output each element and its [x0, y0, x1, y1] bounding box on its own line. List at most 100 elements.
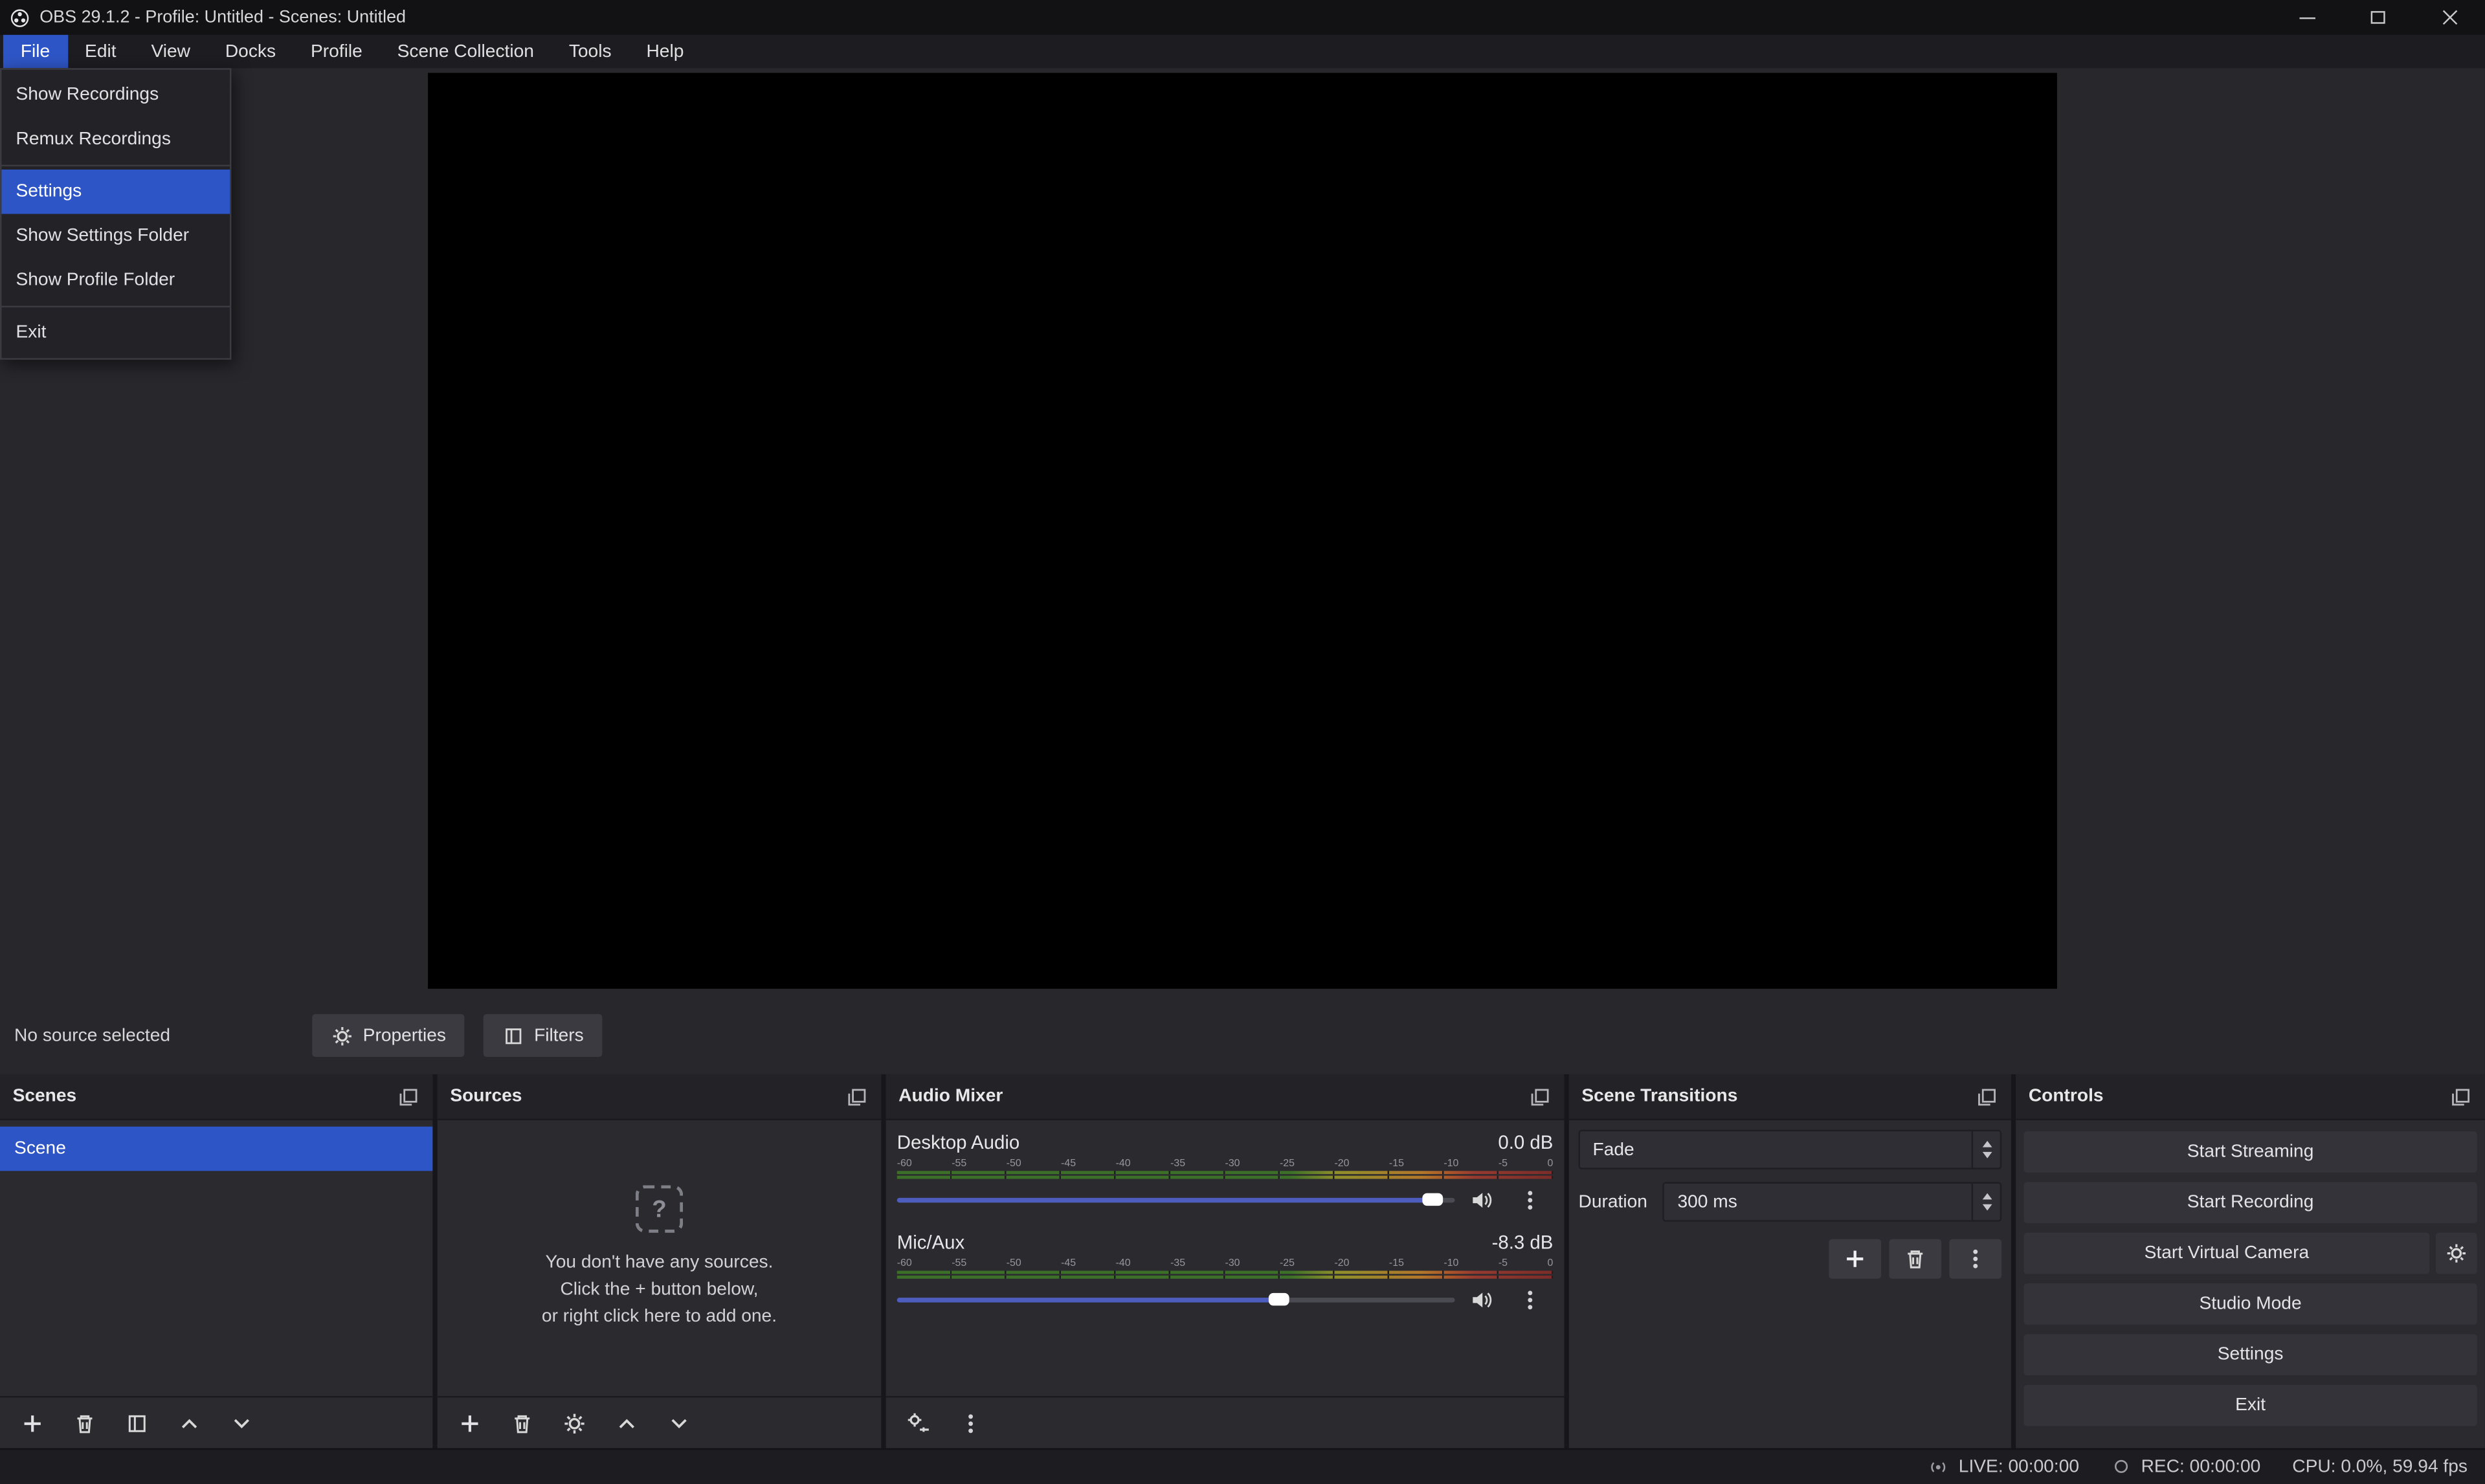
- add-transition-button[interactable]: [1829, 1239, 1881, 1279]
- status-bar: LIVE: 00:00:00 REC: 00:00:00 CPU: 0.0%, …: [0, 1448, 2485, 1484]
- window-title: OBS 29.1.2 - Profile: Untitled - Scenes:…: [39, 8, 406, 27]
- transition-value: Fade: [1593, 1140, 1634, 1159]
- studio-mode-button[interactable]: Studio Mode: [2023, 1283, 2477, 1325]
- volume-slider[interactable]: [897, 1188, 1455, 1210]
- mixer-toolbar: [886, 1396, 1565, 1448]
- menu-help[interactable]: Help: [629, 35, 702, 68]
- filters-label: Filters: [534, 1026, 584, 1045]
- filters-button[interactable]: Filters: [484, 1014, 603, 1057]
- audio-mixer-title: Audio Mixer: [898, 1087, 1003, 1106]
- popout-icon[interactable]: [396, 1085, 420, 1109]
- question-placeholder-icon: ?: [636, 1185, 683, 1232]
- scenes-dock-header: Scenes: [0, 1074, 432, 1120]
- add-scene-button[interactable]: [19, 1410, 44, 1435]
- menu-docks[interactable]: Docks: [208, 35, 293, 68]
- menu-bar: File Edit View Docks Profile Scene Colle…: [0, 35, 2485, 68]
- properties-button[interactable]: Properties: [312, 1014, 465, 1057]
- duration-input[interactable]: 300 ms: [1663, 1182, 2001, 1221]
- add-source-button[interactable]: [456, 1410, 482, 1435]
- start-recording-button[interactable]: Start Recording: [2023, 1182, 2477, 1223]
- popout-icon[interactable]: [1528, 1085, 1552, 1109]
- sources-dock-header: Sources: [438, 1074, 882, 1120]
- move-scene-up-button[interactable]: [176, 1410, 201, 1435]
- popout-icon[interactable]: [2449, 1085, 2473, 1109]
- virtual-camera-settings-button[interactable]: [2436, 1233, 2477, 1274]
- slider-handle[interactable]: [1422, 1193, 1443, 1206]
- scene-filters-button[interactable]: [124, 1410, 149, 1435]
- exit-button[interactable]: Exit: [2023, 1385, 2477, 1426]
- move-source-up-button[interactable]: [613, 1410, 638, 1435]
- menu-separator: [1, 306, 230, 307]
- minimize-button[interactable]: [2271, 0, 2342, 35]
- source-properties-button[interactable]: [561, 1410, 586, 1435]
- duration-label: Duration: [1579, 1192, 1647, 1211]
- combo-arrows-icon: [1972, 1131, 2000, 1168]
- volume-meter: [897, 1171, 1554, 1174]
- start-streaming-button[interactable]: Start Streaming: [2023, 1131, 2477, 1173]
- move-scene-down-button[interactable]: [228, 1410, 254, 1435]
- channel-options-button[interactable]: [1517, 1285, 1542, 1314]
- settings-button[interactable]: Settings: [2023, 1334, 2477, 1375]
- menu-item-show-profile-folder[interactable]: Show Profile Folder: [1, 258, 230, 303]
- maximize-icon: [2371, 11, 2385, 24]
- mute-button[interactable]: [1469, 1187, 1495, 1212]
- popout-icon[interactable]: [845, 1085, 869, 1109]
- meter-scale: -60-55-50-45-40-35-30-25-20-15-10-50: [897, 1158, 1554, 1169]
- menu-item-settings[interactable]: Settings: [1, 170, 230, 214]
- mixer-channel-mic-aux: Mic/Aux -8.3 dB -60-55-50-45-40-35-30-25…: [897, 1231, 1554, 1310]
- menu-view[interactable]: View: [134, 35, 208, 68]
- scene-transitions-dock: Scene Transitions Fade Duration 300 ms: [1569, 1074, 2011, 1448]
- menu-item-show-recordings[interactable]: Show Recordings: [1, 73, 230, 118]
- record-status-icon: [2111, 1456, 2132, 1477]
- spinner-arrows-icon[interactable]: [1972, 1184, 2000, 1220]
- menu-tools[interactable]: Tools: [552, 35, 629, 68]
- properties-label: Properties: [363, 1026, 446, 1045]
- mixer-options-button[interactable]: [957, 1410, 983, 1435]
- close-button[interactable]: [2414, 0, 2485, 35]
- filter-icon: [502, 1024, 524, 1047]
- menu-edit[interactable]: Edit: [67, 35, 133, 68]
- rec-status: REC: 00:00:00: [2111, 1456, 2260, 1477]
- sources-title: Sources: [450, 1087, 522, 1106]
- menu-item-remux-recordings[interactable]: Remux Recordings: [1, 117, 230, 162]
- menu-scene-collection[interactable]: Scene Collection: [380, 35, 552, 68]
- menu-profile[interactable]: Profile: [293, 35, 380, 68]
- scene-list-item[interactable]: Scene: [0, 1127, 432, 1171]
- menu-separator: [1, 165, 230, 166]
- file-menu-dropdown: Show Recordings Remux Recordings Setting…: [0, 68, 231, 359]
- duration-value: 300 ms: [1677, 1192, 1737, 1211]
- menu-item-show-settings-folder[interactable]: Show Settings Folder: [1, 214, 230, 259]
- slider-handle[interactable]: [1269, 1293, 1289, 1306]
- sources-empty-state: ? You don't have any sources. Click the …: [438, 1120, 882, 1396]
- channel-level: -8.3 dB: [1492, 1231, 1554, 1253]
- move-source-down-button[interactable]: [665, 1410, 691, 1435]
- live-time: LIVE: 00:00:00: [1959, 1457, 2079, 1476]
- start-virtual-camera-button[interactable]: Start Virtual Camera: [2023, 1233, 2429, 1274]
- mute-button[interactable]: [1469, 1287, 1495, 1312]
- preview-canvas[interactable]: [428, 73, 2057, 989]
- empty-hint-line: You don't have any sources.: [546, 1250, 774, 1278]
- remove-transition-button[interactable]: [1889, 1239, 1941, 1279]
- remove-source-button[interactable]: [509, 1410, 534, 1435]
- channel-options-button[interactable]: [1517, 1185, 1542, 1213]
- gear-icon: [2446, 1242, 2468, 1264]
- maximize-button[interactable]: [2343, 0, 2414, 35]
- stream-status-icon: [1927, 1456, 1949, 1478]
- advanced-audio-properties-button[interactable]: [905, 1410, 930, 1435]
- sources-list[interactable]: ? You don't have any sources. Click the …: [438, 1120, 882, 1396]
- controls-dock-header: Controls: [2016, 1074, 2485, 1120]
- scenes-title: Scenes: [13, 1087, 77, 1106]
- remove-scene-button[interactable]: [71, 1410, 96, 1435]
- kebab-icon: [1517, 1188, 1541, 1212]
- controls-title: Controls: [2029, 1087, 2104, 1106]
- transition-options-button[interactable]: [1949, 1239, 2001, 1279]
- mixer-channels: Desktop Audio 0.0 dB -60-55-50-45-40-35-…: [886, 1120, 1565, 1396]
- channel-name: Desktop Audio: [897, 1131, 1020, 1153]
- menu-item-exit[interactable]: Exit: [1, 311, 230, 355]
- volume-meter: [897, 1276, 1554, 1279]
- menu-file[interactable]: File: [3, 35, 67, 68]
- transition-select[interactable]: Fade: [1579, 1130, 2002, 1169]
- volume-slider[interactable]: [897, 1288, 1455, 1310]
- popout-icon[interactable]: [1975, 1085, 1999, 1109]
- source-status-label: No source selected: [14, 1024, 170, 1049]
